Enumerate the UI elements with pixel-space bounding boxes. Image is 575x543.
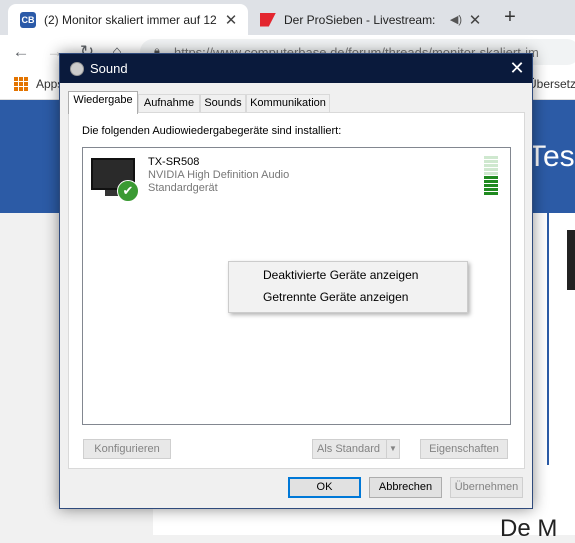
tab-aufnahme[interactable]: Aufnahme — [138, 94, 200, 113]
tab-wiedergabe[interactable]: Wiedergabe — [68, 91, 138, 114]
page-image — [567, 230, 575, 290]
meter-bar — [484, 160, 498, 163]
tab-kommunikation[interactable]: Kommunikation — [246, 94, 330, 113]
tab-sounds[interactable]: Sounds — [200, 94, 246, 113]
back-arrow-icon[interactable]: ← — [10, 41, 32, 63]
speaker-icon — [70, 62, 84, 76]
close-tab-icon[interactable]: ✕ — [222, 11, 240, 29]
page-divider — [547, 213, 549, 465]
default-check-icon: ✔ — [117, 180, 139, 202]
apply-button[interactable]: Übernehmen — [450, 477, 523, 498]
chevron-down-icon[interactable]: ▼ — [386, 440, 399, 458]
menu-item-show-disabled[interactable]: Deaktivierte Geräte anzeigen — [263, 268, 418, 282]
meter-bar — [484, 188, 498, 191]
meter-bar — [484, 176, 498, 179]
speaker-icon[interactable]: ◀) — [450, 13, 462, 26]
ok-button[interactable]: OK — [288, 477, 361, 498]
device-description: NVIDIA High Definition Audio — [148, 169, 290, 181]
device-status: Standardgerät — [148, 182, 218, 194]
browser-tab-computerbase[interactable]: CB (2) Monitor skaliert immer auf 12 ✕ — [8, 4, 248, 35]
context-menu: Deaktivierte Geräte anzeigen Getrennte G… — [228, 261, 468, 313]
instruction-text: Die folgenden Audiowiedergabegeräte sind… — [82, 125, 342, 137]
browser-tabstrip: CB (2) Monitor skaliert immer auf 12 ✕ D… — [0, 0, 575, 35]
browser-tab-title: (2) Monitor skaliert immer auf 12 — [44, 12, 217, 27]
set-default-label: Als Standard — [317, 443, 380, 455]
meter-bar — [484, 180, 498, 183]
meter-bar — [484, 192, 498, 195]
close-icon[interactable]: ✕ — [502, 54, 532, 83]
device-name[interactable]: TX-SR508 — [148, 156, 199, 168]
browser-tab-prosieben[interactable]: Der ProSieben - Livestream: ◀) ✕ — [252, 4, 492, 35]
apps-grid-icon[interactable] — [14, 77, 28, 91]
set-default-button[interactable]: Als Standard ▼ — [312, 439, 400, 459]
dialog-title: Sound — [90, 61, 128, 76]
page-heading: De M — [500, 515, 558, 542]
close-tab-icon[interactable]: ✕ — [466, 11, 484, 29]
meter-bar — [484, 168, 498, 171]
browser-tab-title: Der ProSieben - Livestream: — [284, 12, 436, 27]
meter-bar — [484, 184, 498, 187]
volume-level-meter — [484, 156, 498, 196]
meter-bar — [484, 156, 498, 159]
dialog-titlebar[interactable]: Sound ✕ — [60, 54, 532, 83]
translate-bookmark[interactable]: Übersetz — [528, 77, 575, 91]
meter-bar — [484, 164, 498, 167]
computerbase-favicon-icon: CB — [20, 11, 36, 28]
cancel-button[interactable]: Abbrechen — [369, 477, 442, 498]
configure-button[interactable]: Konfigurieren — [83, 439, 171, 459]
properties-button[interactable]: Eigenschaften — [420, 439, 508, 459]
new-tab-button[interactable]: + — [498, 6, 522, 30]
banner-text: Test — [528, 140, 575, 173]
meter-bar — [484, 172, 498, 175]
prosieben-favicon-icon — [260, 12, 276, 27]
menu-item-show-disconnected[interactable]: Getrennte Geräte anzeigen — [263, 290, 408, 304]
